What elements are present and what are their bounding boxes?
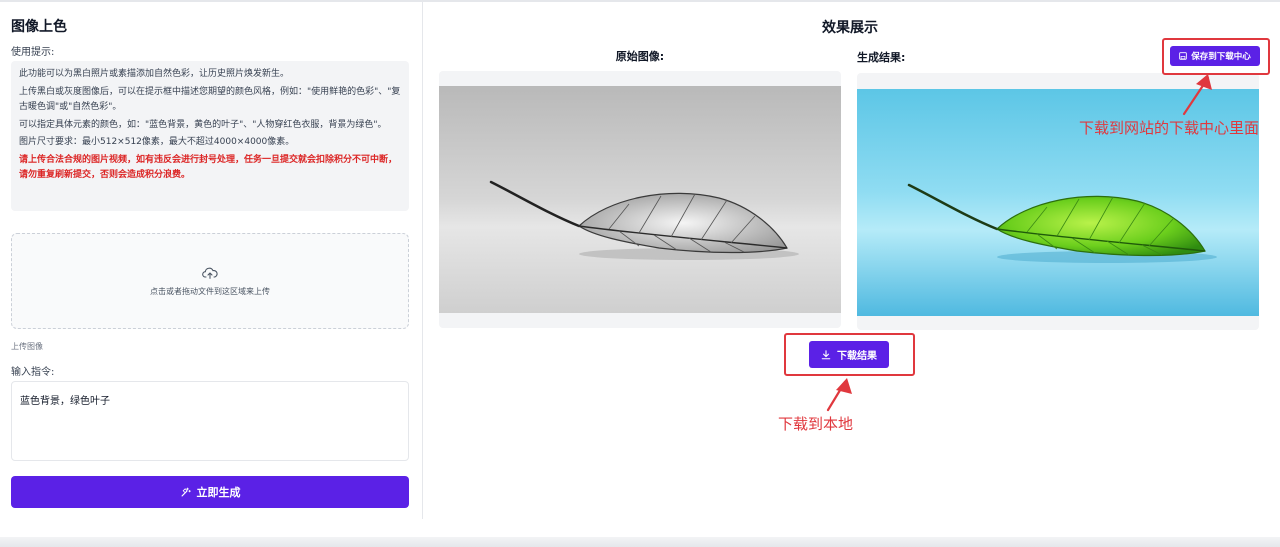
tip-item: 上传黑白或灰度图像后，可以在提示框中描述您期望的颜色风格，例如："使用鲜艳的色彩… <box>19 86 401 113</box>
tip-item: 此功能可以为黑白照片或素描添加自然色彩，让历史照片焕发新生。 <box>19 69 290 79</box>
bottom-edge <box>0 537 1280 547</box>
upload-dropzone[interactable]: 点击或者拖动文件到这区域来上传 <box>11 233 409 329</box>
magic-wand-icon <box>181 487 191 496</box>
upload-label: 上传图像 <box>11 342 43 351</box>
save-button-highlight <box>1162 38 1270 75</box>
result-image-label: 生成结果: <box>857 51 906 64</box>
app-page: 图像上色 使用提示: 此功能可以为黑白照片或素描添加自然色彩，让历史照片焕发新生… <box>0 0 1280 547</box>
warning-text: 请上传合法合规的图片视频，如有违反会进行封号处理，任务一旦提交就会扣除积分不可中… <box>19 154 398 181</box>
original-image-label: 原始图像: <box>615 50 665 63</box>
results-title: 效果展示 <box>822 20 878 36</box>
tip-item: 可以指定具体元素的颜色，如："蓝色背景，黄色的叶子"、"人物穿红色衣服，背景为绿… <box>19 119 387 130</box>
tips-box: 此功能可以为黑白照片或素描添加自然色彩，让历史照片焕发新生。 上传黑白或灰度图像… <box>11 61 409 211</box>
settings-panel: 图像上色 使用提示: 此功能可以为黑白照片或素描添加自然色彩，让历史照片焕发新生… <box>0 2 423 519</box>
upload-hint: 点击或者拖动文件到这区域来上传 <box>150 286 270 296</box>
prompt-input[interactable]: 蓝色背景，绿色叶子 <box>11 381 409 461</box>
generate-button[interactable]: 立即生成 <box>11 476 409 508</box>
download-button-highlight <box>784 333 915 376</box>
page-title: 图像上色 <box>11 19 67 35</box>
tips-label: 使用提示: <box>11 47 55 58</box>
tip-item: 图片尺寸要求：最小512×512像素，最大不超过4000×4000像素。 <box>19 137 295 147</box>
save-annotation-note: 下载到网站的下载中心里面 <box>1079 119 1260 137</box>
generate-button-label: 立即生成 <box>196 487 241 499</box>
download-annotation-note: 下载到本地 <box>778 415 854 433</box>
original-image <box>439 86 841 313</box>
prompt-label: 输入指令: <box>11 367 55 378</box>
cloud-upload-icon <box>202 267 218 279</box>
